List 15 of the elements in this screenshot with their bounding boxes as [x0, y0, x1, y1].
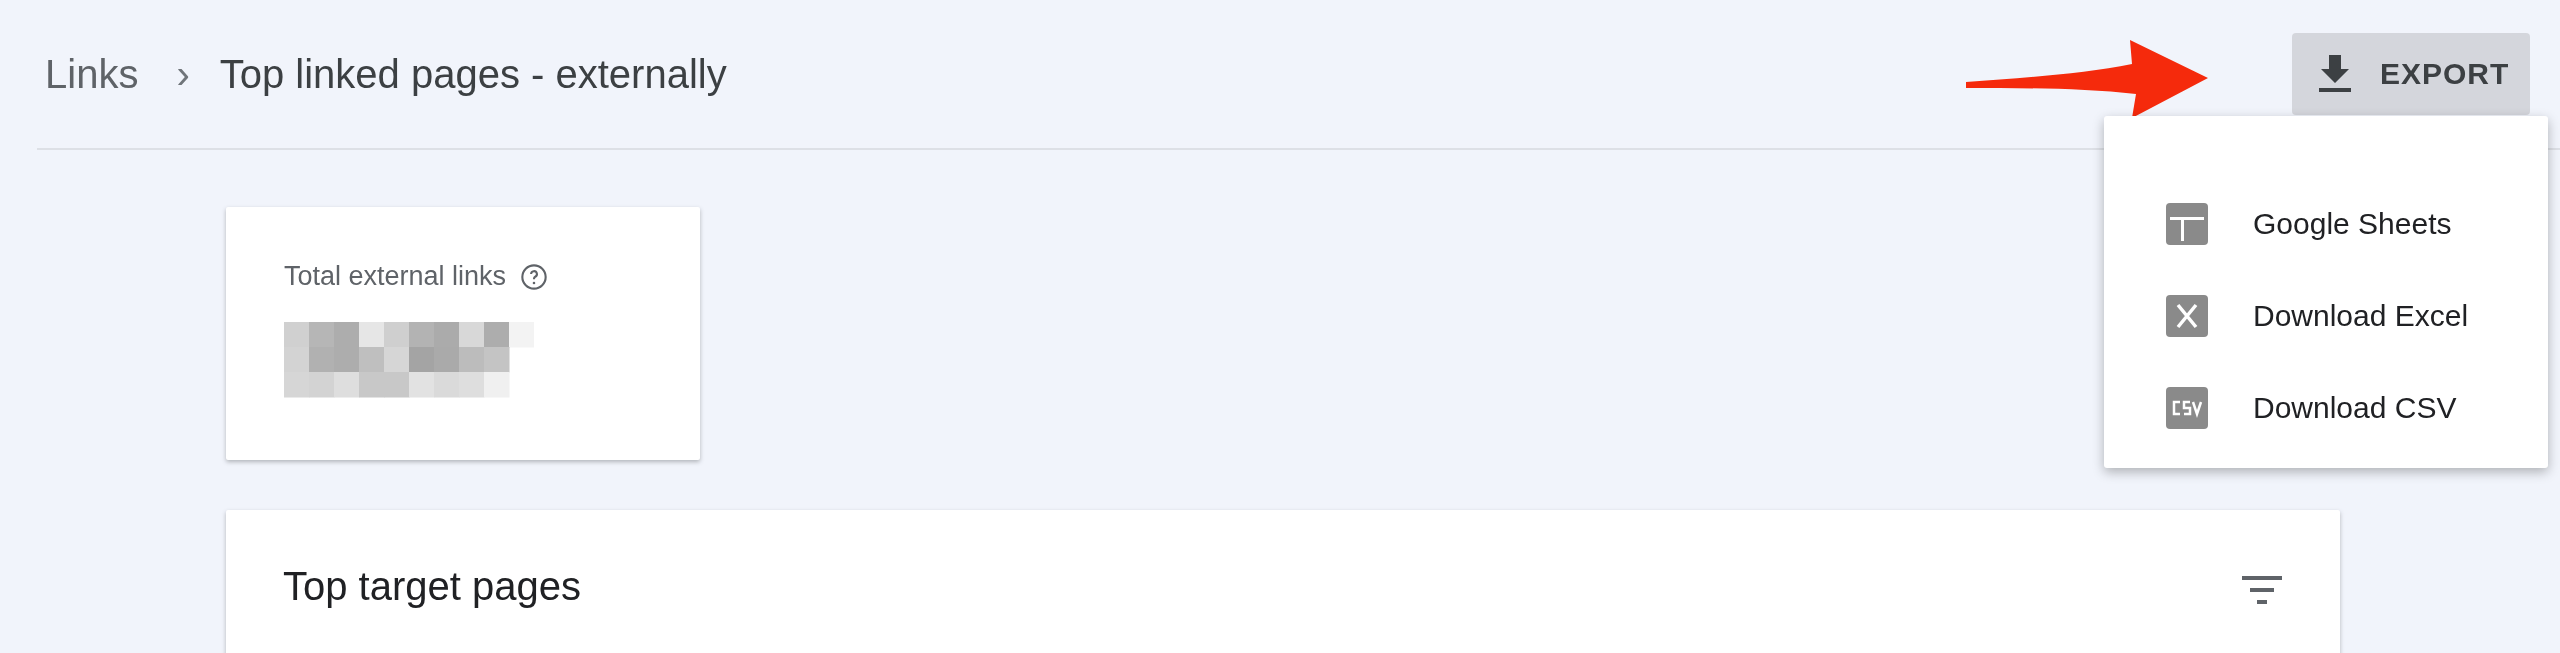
- card-title: Top target pages: [283, 564, 581, 609]
- menu-item[interactable]: Download Excel: [2104, 270, 2548, 362]
- chevron-separator: ›: [176, 51, 190, 97]
- menu-item[interactable]: Google Sheets: [2104, 178, 2548, 270]
- menu-item[interactable]: Download CSV: [2104, 362, 2548, 454]
- csv-icon: [2166, 387, 2208, 429]
- excel-icon: [2166, 295, 2208, 337]
- page-title: Top linked pages - externally: [219, 51, 727, 97]
- download-icon: [2318, 55, 2352, 93]
- filter-icon[interactable]: [2242, 576, 2282, 606]
- export-button[interactable]: EXPORT: [2292, 33, 2530, 115]
- breadcrumb-link[interactable]: Links: [45, 51, 139, 97]
- metric-label: Total external links: [284, 261, 507, 292]
- help-icon[interactable]: [520, 262, 549, 291]
- sheets-icon: [2166, 203, 2208, 245]
